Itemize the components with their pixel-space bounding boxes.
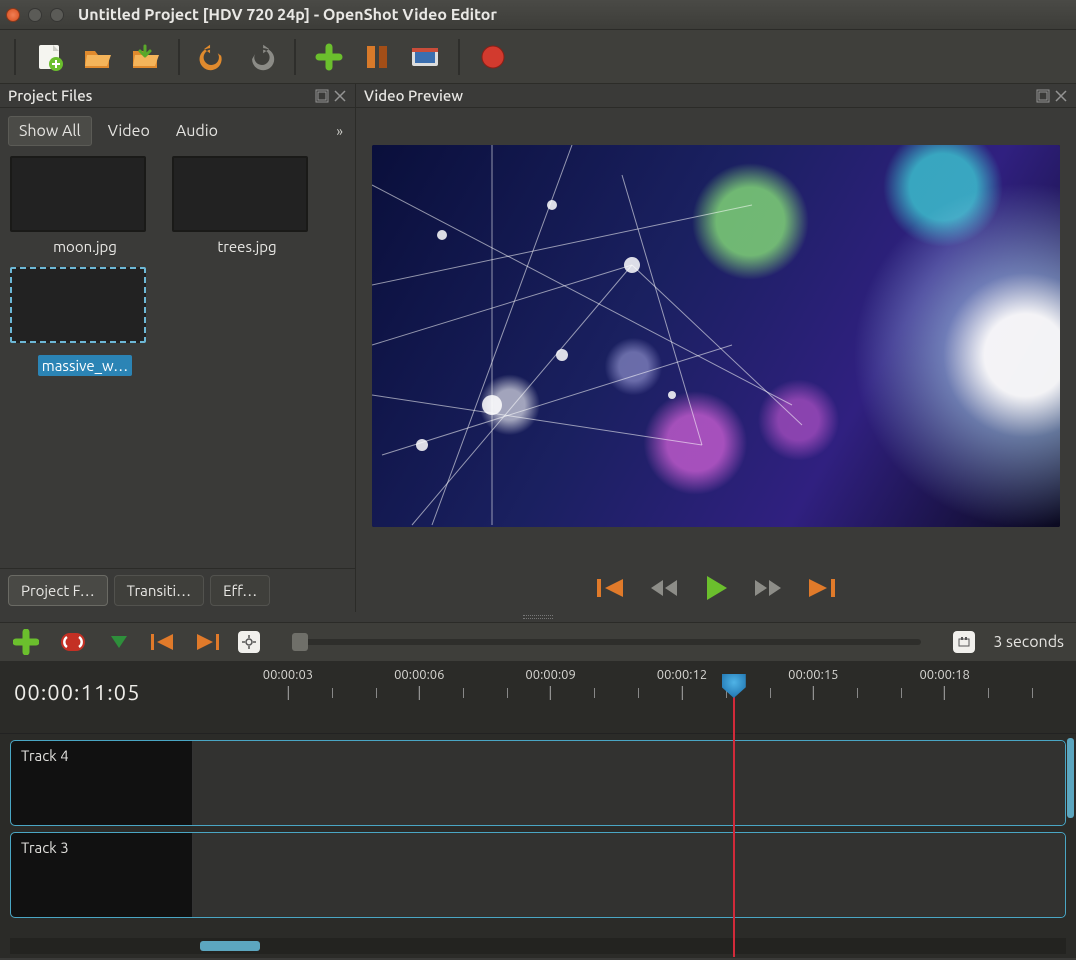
track-header[interactable]: Track 4 [11, 741, 193, 825]
previous-marker-button[interactable] [150, 631, 176, 653]
thumbnail-image [172, 156, 308, 232]
project-files-list: moon.jpg trees.jpg massive_w… [0, 152, 355, 380]
window-title: Untitled Project [HDV 720 24p] - OpenSho… [78, 6, 497, 24]
track-body[interactable] [193, 833, 1065, 917]
timeline-track[interactable]: Track 4 [10, 740, 1066, 826]
track-header[interactable]: Track 3 [11, 833, 193, 917]
track-body[interactable] [193, 741, 1065, 825]
playback-controls [356, 564, 1076, 612]
choose-profile-button[interactable] [358, 38, 396, 76]
toolbar-separator [178, 39, 180, 75]
preview-overlay-lines [372, 145, 1060, 527]
zoom-label: 3 seconds [993, 633, 1064, 651]
jump-end-button[interactable] [803, 571, 837, 605]
next-marker-button[interactable] [194, 631, 220, 653]
fast-forward-button[interactable] [751, 571, 785, 605]
project-files-title: Project Files [8, 87, 92, 104]
import-files-button[interactable] [310, 38, 348, 76]
open-project-button[interactable] [78, 38, 116, 76]
project-files-panel: Project Files Show All Video Audio » moo… [0, 84, 356, 612]
undock-panel-icon[interactable] [1036, 89, 1050, 103]
video-preview-canvas [372, 145, 1060, 527]
timeline-ticks[interactable]: 00:00:03 00:00:06 00:00:09 00:00:12 00:00:15… [196, 662, 1076, 733]
project-file-item-selected[interactable]: massive_w… [10, 267, 160, 376]
ruler-tick: 00:00:18 [919, 668, 969, 700]
filter-audio-tab[interactable]: Audio [166, 117, 228, 145]
timeline-ruler[interactable]: 00:00:11:05 00:00:0300:00:0600:00:0900:0… [0, 662, 1076, 734]
jump-start-button[interactable] [595, 571, 629, 605]
ruler-tick: 00:00:12 [657, 668, 707, 700]
thumbnail-image [10, 267, 146, 343]
undock-panel-icon[interactable] [315, 89, 329, 103]
center-playhead-button[interactable] [238, 631, 260, 653]
video-preview-title: Video Preview [364, 87, 463, 104]
main-toolbar [0, 30, 1076, 84]
save-project-button[interactable] [126, 38, 164, 76]
filter-show-all-tab[interactable]: Show All [8, 116, 92, 146]
zoom-slider[interactable] [292, 639, 921, 645]
fullscreen-button[interactable] [406, 38, 444, 76]
video-preview-panel: Video Preview [356, 84, 1076, 612]
project-file-item[interactable]: moon.jpg [10, 156, 160, 255]
new-project-button[interactable] [30, 38, 68, 76]
redo-button[interactable] [242, 38, 280, 76]
window-maximize-button[interactable] [50, 8, 64, 22]
thumbnail-label: massive_w… [38, 355, 132, 376]
filter-video-tab[interactable]: Video [98, 117, 160, 145]
toolbar-separator [294, 39, 296, 75]
timeline-toolbar: 3 seconds [0, 622, 1076, 662]
toolbar-separator [458, 39, 460, 75]
project-files-filter-tabs: Show All Video Audio » [0, 108, 355, 152]
close-panel-icon[interactable] [333, 89, 347, 103]
snapping-button[interactable] [58, 629, 88, 655]
timeline-timecode: 00:00:11:05 [0, 662, 196, 733]
ruler-tick: 00:00:09 [525, 668, 575, 700]
rewind-button[interactable] [647, 571, 681, 605]
thumbnail-image [10, 156, 146, 232]
project-files-tab[interactable]: Project F… [8, 575, 108, 606]
playhead[interactable] [733, 694, 735, 957]
thumbnail-label: moon.jpg [10, 238, 160, 255]
play-button[interactable] [699, 571, 733, 605]
export-video-button[interactable] [474, 38, 512, 76]
window-titlebar: Untitled Project [HDV 720 24p] - OpenSho… [0, 0, 1076, 30]
timeline-track[interactable]: Track 3 [10, 832, 1066, 918]
transitions-tab[interactable]: Transiti… [114, 575, 204, 606]
vertical-scrollbar[interactable] [1067, 738, 1074, 818]
razor-tool-button[interactable] [106, 631, 132, 653]
timeline-tracks: Track 4 Track 3 [0, 734, 1076, 938]
add-track-button[interactable] [12, 628, 40, 656]
ruler-tick: 00:00:06 [394, 668, 444, 700]
ruler-tick: 00:00:03 [263, 668, 313, 700]
left-panel-tabs: Project F… Transiti… Eff… [0, 568, 355, 612]
window-close-button[interactable] [6, 8, 20, 22]
effects-tab[interactable]: Eff… [210, 575, 270, 606]
zoom-indicator-icon[interactable] [953, 631, 975, 653]
timeline: 00:00:11:05 00:00:0300:00:0600:00:0900:0… [0, 662, 1076, 958]
window-minimize-button[interactable] [28, 8, 42, 22]
ruler-tick: 00:00:15 [788, 668, 838, 700]
project-file-item[interactable]: trees.jpg [172, 156, 322, 255]
filter-more-icon[interactable]: » [336, 123, 347, 139]
zoom-slider-knob[interactable] [292, 633, 308, 651]
video-preview-header: Video Preview [356, 84, 1076, 108]
close-panel-icon[interactable] [1054, 89, 1068, 103]
toolbar-separator [14, 39, 16, 75]
project-files-header: Project Files [0, 84, 355, 108]
thumbnail-label: trees.jpg [172, 238, 322, 255]
scrollbar-thumb[interactable] [200, 941, 260, 951]
horizontal-splitter[interactable] [0, 612, 1076, 622]
horizontal-scrollbar[interactable] [10, 938, 1066, 954]
undo-button[interactable] [194, 38, 232, 76]
